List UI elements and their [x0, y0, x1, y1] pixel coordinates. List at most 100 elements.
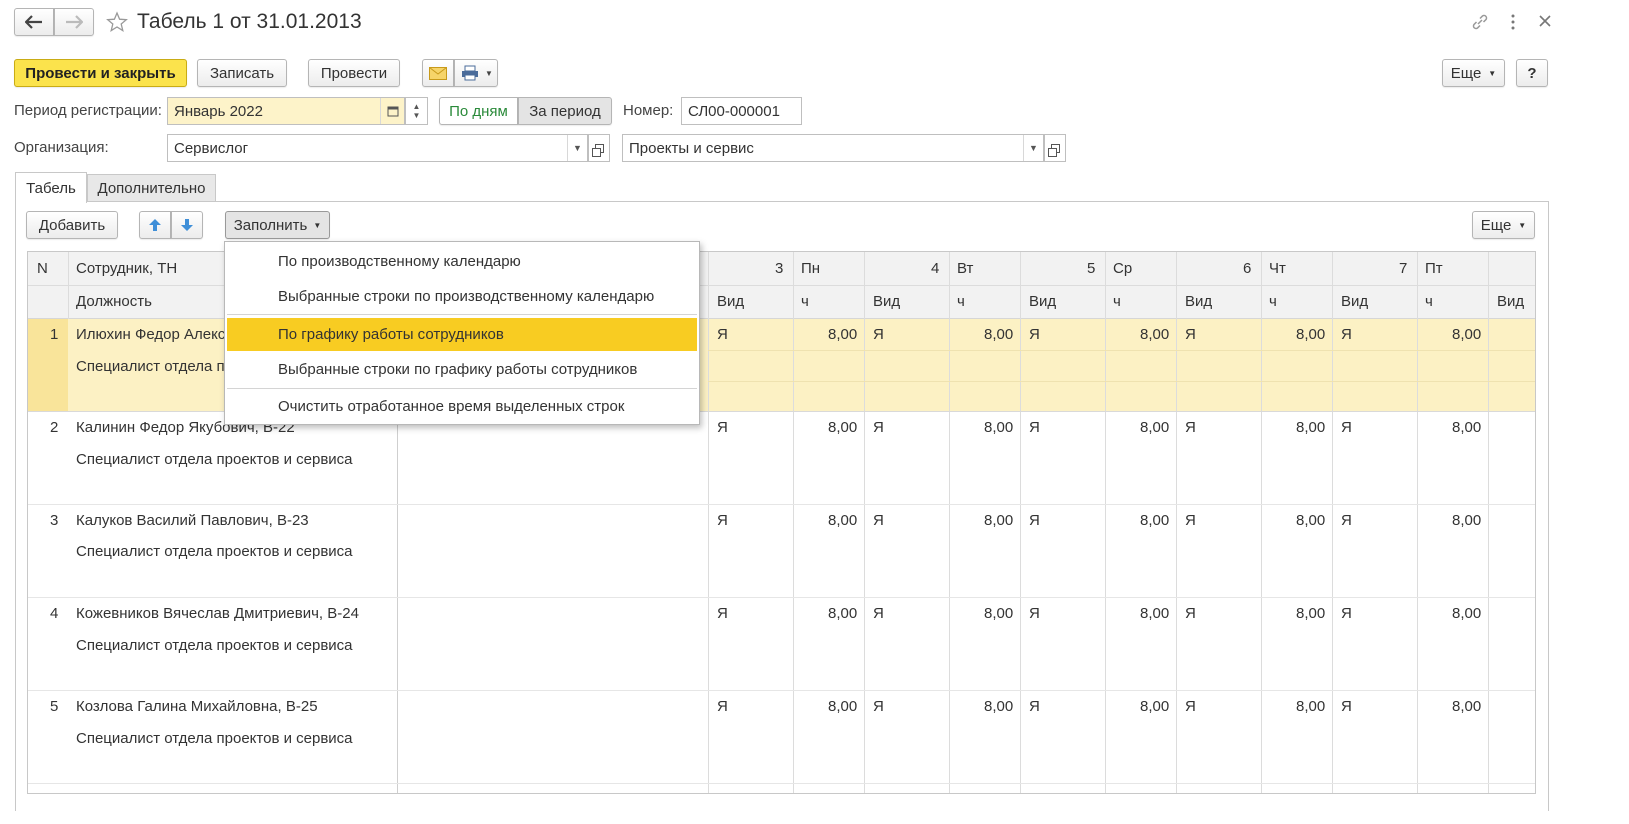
day-hours[interactable]: 8,00 [828, 326, 857, 343]
add-button[interactable]: Добавить [26, 211, 118, 239]
more-vertical-icon[interactable] [1509, 13, 1517, 31]
period-stepper[interactable]: ▲ ▼ [405, 97, 428, 125]
day-hours[interactable]: 8,00 [1452, 605, 1481, 622]
chevron-down-icon[interactable]: ▼ [567, 135, 587, 161]
employee-position[interactable]: Специалист отдела проектов и сервиса [76, 730, 353, 747]
star-icon[interactable] [106, 11, 128, 33]
help-button[interactable]: ? [1516, 59, 1548, 87]
move-up-button[interactable] [139, 211, 171, 239]
day-kind[interactable]: Я [1341, 326, 1352, 343]
employee-position[interactable]: Специалист отдела проектов и сервиса [76, 543, 353, 560]
organization-open-button[interactable] [588, 134, 610, 162]
day-kind[interactable]: Я [717, 326, 728, 343]
chevron-down-icon[interactable]: ▼ [1023, 135, 1043, 161]
day-hours[interactable]: 8,00 [1296, 512, 1325, 529]
move-down-button[interactable] [171, 211, 203, 239]
close-icon[interactable] [1538, 14, 1552, 28]
day-kind[interactable]: Я [1185, 419, 1196, 436]
col-position-header[interactable]: Должность [76, 293, 152, 310]
day-hours[interactable]: 8,00 [828, 605, 857, 622]
day-kind[interactable]: Я [717, 698, 728, 715]
fill-button[interactable]: Заполнить ▼ [225, 211, 330, 239]
tab-additional[interactable]: Дополнительно [87, 174, 216, 202]
day-hours[interactable]: 8,00 [1140, 326, 1169, 343]
menu-item-selected-work-schedule[interactable]: Выбранные строки по графику работы сотру… [227, 353, 697, 385]
col-employee-header[interactable]: Сотрудник, ТН [76, 260, 177, 277]
day-hours[interactable]: 8,00 [828, 512, 857, 529]
forward-button[interactable] [54, 8, 94, 36]
day-hours[interactable]: 8,00 [1140, 605, 1169, 622]
col-n-header[interactable]: N [37, 260, 48, 277]
day-kind[interactable]: Я [873, 512, 884, 529]
day-hours[interactable]: 8,00 [984, 512, 1013, 529]
day-kind[interactable]: Я [873, 605, 884, 622]
day-kind[interactable]: Я [1185, 698, 1196, 715]
number-field[interactable]: СЛ00-000001 [681, 97, 802, 125]
day-hours[interactable]: 8,00 [984, 326, 1013, 343]
employee-name[interactable]: Кожевников Вячеслав Дмитриевич, В-24 [76, 605, 359, 622]
day-hours[interactable]: 8,00 [1140, 419, 1169, 436]
employee-name[interactable]: Калуков Василий Павлович, В-23 [76, 512, 309, 529]
employee-position[interactable]: Специалист отдела проектов и сервиса [76, 451, 353, 468]
organization-field[interactable]: Сервислог ▼ [167, 134, 588, 162]
for-period-toggle[interactable]: За период [518, 97, 612, 125]
department-open-button[interactable] [1044, 134, 1066, 162]
day-kind[interactable]: Я [1341, 419, 1352, 436]
post-button[interactable]: Провести [308, 59, 400, 87]
link-icon[interactable] [1471, 13, 1489, 31]
day-kind[interactable]: Я [1029, 605, 1040, 622]
employee-position[interactable]: Специалист отдела пр [76, 358, 233, 375]
post-and-close-button[interactable]: Провести и закрыть [14, 59, 187, 87]
day-hours[interactable]: 8,00 [1296, 419, 1325, 436]
day-kind[interactable]: Я [717, 512, 728, 529]
email-button[interactable] [422, 59, 454, 87]
day-kind[interactable]: Я [873, 698, 884, 715]
day-kind[interactable]: Я [873, 326, 884, 343]
step-up-icon[interactable]: ▲ [413, 102, 421, 111]
day-hours[interactable]: 8,00 [828, 419, 857, 436]
save-button[interactable]: Записать [197, 59, 287, 87]
day-kind[interactable]: Я [1029, 698, 1040, 715]
day-hours[interactable]: 8,00 [1140, 698, 1169, 715]
day-kind[interactable]: Я [873, 419, 884, 436]
back-button[interactable] [14, 8, 54, 36]
day-hours[interactable]: 8,00 [1140, 512, 1169, 529]
day-kind[interactable]: Я [1029, 326, 1040, 343]
tab-timesheet[interactable]: Табель [15, 172, 87, 203]
print-button[interactable]: ▼ [454, 59, 498, 87]
department-field[interactable]: Проекты и сервис ▼ [622, 134, 1044, 162]
by-days-toggle[interactable]: По дням [439, 97, 518, 125]
menu-item-work-schedule[interactable]: По графику работы сотрудников [227, 318, 697, 351]
day-kind[interactable]: Я [1341, 512, 1352, 529]
step-down-icon[interactable]: ▼ [413, 111, 421, 120]
menu-item-selected-production-calendar[interactable]: Выбранные строки по производственному ка… [227, 280, 697, 312]
employee-name[interactable]: Козлова Галина Михайловна, В-25 [76, 698, 318, 715]
day-hours[interactable]: 8,00 [828, 698, 857, 715]
day-hours[interactable]: 8,00 [1296, 605, 1325, 622]
day-hours[interactable]: 8,00 [1452, 419, 1481, 436]
employee-name[interactable]: Илюхин Федор Алексе [76, 326, 234, 343]
day-hours[interactable]: 8,00 [1296, 326, 1325, 343]
day-hours[interactable]: 8,00 [1452, 512, 1481, 529]
day-kind[interactable]: Я [1185, 605, 1196, 622]
day-hours[interactable]: 8,00 [1452, 698, 1481, 715]
employee-position[interactable]: Специалист отдела проектов и сервиса [76, 637, 353, 654]
table-more-button[interactable]: Еще ▼ [1472, 211, 1535, 239]
day-kind[interactable]: Я [1185, 326, 1196, 343]
calendar-icon[interactable] [380, 98, 404, 124]
menu-item-clear-worked-time[interactable]: Очистить отработанное время выделенных с… [227, 390, 697, 422]
day-hours[interactable]: 8,00 [1452, 326, 1481, 343]
day-kind[interactable]: Я [1029, 512, 1040, 529]
day-hours[interactable]: 8,00 [984, 419, 1013, 436]
day-hours[interactable]: 8,00 [984, 605, 1013, 622]
day-kind[interactable]: Я [1029, 419, 1040, 436]
day-hours[interactable]: 8,00 [984, 698, 1013, 715]
period-field[interactable]: Январь 2022 [167, 97, 405, 125]
day-kind[interactable]: Я [1341, 605, 1352, 622]
day-kind[interactable]: Я [717, 419, 728, 436]
more-button[interactable]: Еще ▼ [1442, 59, 1505, 87]
day-hours[interactable]: 8,00 [1296, 698, 1325, 715]
menu-item-production-calendar[interactable]: По производственному календарю [227, 245, 697, 277]
day-kind[interactable]: Я [717, 605, 728, 622]
day-kind[interactable]: Я [1185, 512, 1196, 529]
